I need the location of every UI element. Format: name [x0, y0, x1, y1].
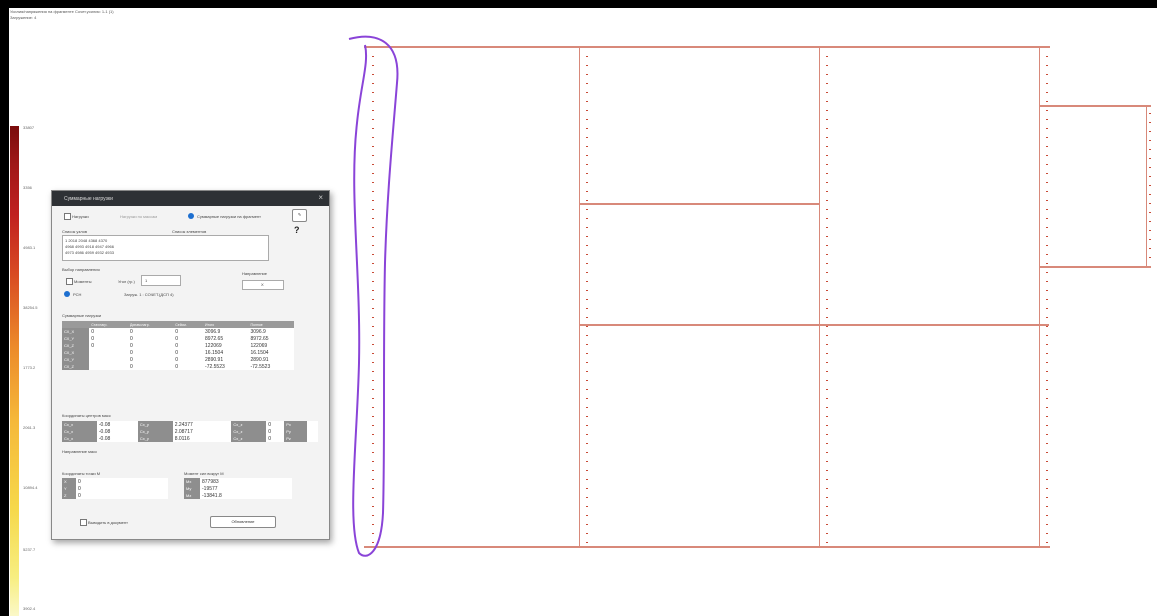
coord-label: Направление: [242, 271, 267, 276]
nodes-label: Список узлов: [62, 229, 87, 234]
column-line: [1146, 105, 1147, 267]
coord-input[interactable]: X: [242, 280, 284, 290]
node-points: [1046, 56, 1048, 544]
info-line-2: Загружение: 4: [10, 15, 37, 20]
table-row: СХ_Z 0 0 -72.5523 -72.5523: [62, 363, 294, 370]
viewport: Усилия/напряжения на фрагменте Сочет.уси…: [9, 8, 1157, 616]
column-line: [579, 46, 580, 546]
color-scale: [10, 126, 19, 616]
scale-tick: 3356: [23, 185, 32, 190]
node-points: [586, 56, 588, 544]
moments-checkbox[interactable]: [66, 278, 73, 285]
moment-table: Мx 877983 Мy -19577 Мz -13841.8: [184, 478, 292, 499]
table-row: Y0: [62, 485, 168, 492]
node-points: [826, 56, 828, 544]
node-points: [1149, 113, 1151, 263]
beam-line: [1039, 266, 1151, 268]
elements-label: Список элементов: [172, 229, 207, 234]
point-table: X0 Y0 Z0: [62, 478, 168, 499]
scale-tick: 33807: [23, 125, 35, 130]
scale-tick: 1773.2: [23, 365, 36, 370]
scale-tick: 38254.5: [23, 305, 38, 310]
table-row: Мx 877983: [184, 478, 292, 485]
moments-label: Моменты: [74, 279, 92, 284]
beam-line: [1039, 105, 1151, 107]
table-row: Мy -19577: [184, 485, 292, 492]
total-loads-dialog: Суммарные нагрузки × Нагрузки Нагрузки п…: [51, 190, 330, 540]
help-icon[interactable]: ?: [294, 225, 300, 235]
table-row: СХ_X 0 0 0 3096.9 3096.9: [62, 328, 294, 335]
angle-input[interactable]: 1: [141, 275, 181, 286]
table-row: СХ_Z 0 0 0 122069 122069: [62, 342, 294, 349]
scale-tick: 2061.3: [23, 425, 36, 430]
fragment-radio[interactable]: [188, 213, 194, 219]
centers-table: Сх_х -0.08 Сх_у 2.24377 Сх_z 0 Рх Сх_х -0.08 Сх_…: [62, 421, 318, 442]
table-row: Мz -13841.8: [184, 492, 292, 499]
mode-loads-label: Нагрузки: [72, 214, 89, 219]
mass-direction-label: Направление масс: [62, 449, 98, 454]
table-row: Сх_х -0.08 Сх_у 2.08717 Сх_z 0 Ру: [62, 428, 318, 435]
mode-weights-label: Нагрузки по массам: [120, 214, 158, 219]
column-line: [1039, 46, 1040, 546]
table-row: X0: [62, 478, 168, 485]
beam-line: [364, 46, 1050, 48]
mode-fragment-label: Суммарные нагрузки на фрагмент: [197, 214, 261, 219]
table-row: Z0: [62, 492, 168, 499]
beam-line: [579, 324, 1049, 326]
scale-tick: 10894.4: [23, 485, 38, 490]
pick-icon[interactable]: ✎: [292, 209, 307, 222]
table-row: СХ_Y 0 0 0 8972.65 8972.65: [62, 335, 294, 342]
export-checkbox[interactable]: [80, 519, 87, 526]
scale-tick: 5237.7: [23, 547, 36, 552]
refresh-button[interactable]: Обновление: [210, 516, 276, 528]
scale-tick: 3902.4: [23, 606, 36, 611]
annotation-stroke: [348, 35, 399, 557]
rsn-label: РСН: [73, 292, 82, 297]
export-label: Выводить в документ: [88, 520, 128, 525]
scale-tick: 4983.1: [23, 245, 36, 250]
dialog-title: Суммарные нагрузки: [64, 196, 113, 202]
info-line-1: Усилия/напряжения на фрагменте Сочет.уси…: [10, 9, 114, 14]
loads-checkbox[interactable]: [64, 213, 71, 220]
point-label: Координаты точки М: [62, 471, 101, 476]
beam-line: [579, 203, 819, 205]
beam-line: [364, 546, 1050, 548]
sum-label: Суммарные нагрузки: [62, 313, 102, 318]
rsn-radio[interactable]: [64, 291, 70, 297]
angle-label: Угол (гр.): [118, 279, 135, 284]
dialog-titlebar: Суммарные нагрузки ×: [52, 191, 329, 206]
sum-table: Стат.нагр. Динам.нагр. Сейсм. Итого Полное …: [62, 321, 294, 370]
nodes-list[interactable]: 1 2018 2048 4368 4370 4968 4993 4918 494…: [62, 235, 269, 261]
close-icon[interactable]: ×: [318, 194, 323, 202]
table-row: Сх_х -0.08 Сх_у 8.0116 Сх_z 0 Рz: [62, 435, 318, 442]
moment-label: Момент сил вокруг М: [184, 471, 224, 476]
table-row: СХ_X 0 0 16.1504 16.1504: [62, 349, 294, 356]
column-line: [819, 46, 820, 546]
table-row: Сх_х -0.08 Сх_у 2.24377 Сх_z 0 Рх: [62, 421, 318, 428]
table-row: СХ_Y 0 0 2890.91 2890.91: [62, 356, 294, 363]
combo-label: Загруж. 1 : СОЧЕТ.(ДСП 4): [124, 292, 174, 297]
direction-label: Выбор направления: [62, 267, 100, 272]
centers-label: Координаты центров масс: [62, 413, 111, 418]
